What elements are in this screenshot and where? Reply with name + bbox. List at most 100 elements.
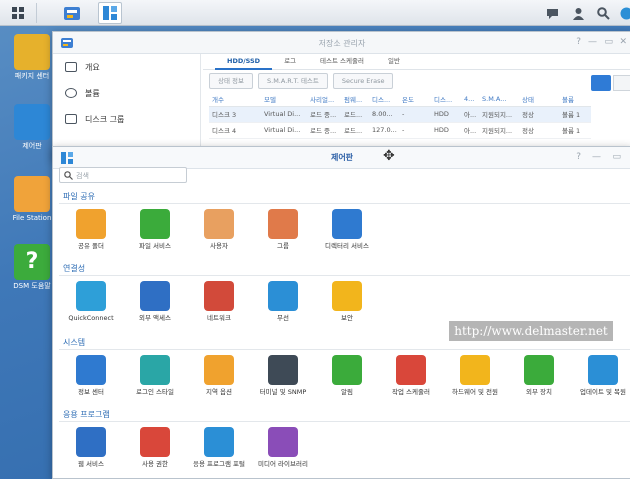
sidebar-item-volume[interactable]: 볼륨	[53, 80, 200, 106]
list-view-button[interactable]	[591, 75, 611, 91]
user-icon[interactable]	[569, 4, 587, 22]
table-cell: HDD	[431, 106, 461, 123]
control-panel-item[interactable]: 작업 스케줄러	[379, 355, 443, 396]
control-panel-icon	[103, 6, 117, 20]
column-header[interactable]: 볼륨	[559, 92, 591, 107]
control-panel-item[interactable]: 사용 권한	[123, 427, 187, 468]
control-panel-titlebar[interactable]: 제어판 ? — ▭	[53, 147, 630, 169]
control-panel-item[interactable]: 지역 옵션	[187, 355, 251, 396]
user-icon	[204, 209, 234, 239]
control-panel-item[interactable]: 디렉터리 서비스	[315, 209, 379, 250]
help-icon[interactable]: ?	[576, 37, 581, 47]
storage-tabs: HDD/SSD 로그 테스트 스케줄러 일반	[203, 54, 630, 70]
tab-general[interactable]: 일반	[376, 54, 412, 70]
grid-view-button[interactable]	[613, 75, 630, 91]
control-panel-item[interactable]: 웹 서비스	[59, 427, 123, 468]
table-row[interactable]: 디스크 3 Virtual Di... 로드 중... 로드... 8.00..…	[209, 106, 591, 123]
control-panel-item-label: 사용 권한	[142, 460, 168, 468]
control-panel-item[interactable]: 그룹	[251, 209, 315, 250]
control-panel-item[interactable]: 보안	[315, 281, 379, 322]
taskbar-storage-manager[interactable]	[60, 2, 84, 24]
table-header: 개수 모델 사리얼... 펌웨... 디스... 온도 디스... 4... S…	[209, 92, 591, 107]
table-cell: 로드...	[341, 106, 369, 123]
control-panel-item-label: 웹 서비스	[78, 460, 104, 468]
search-icon[interactable]	[594, 4, 612, 22]
storage-manager-window: 저장소 관리자 ? — ▭ ✕ 개요 볼륨 디스크 그룹 HDD/SSD 로그 …	[52, 31, 630, 161]
table-cell: 아...	[461, 106, 479, 123]
column-header[interactable]: 4...	[461, 92, 479, 107]
column-header[interactable]: 온도	[399, 92, 431, 107]
control-panel-item[interactable]: 사용자	[187, 209, 251, 250]
smart-test-button[interactable]: S.M.A.R.T. 테스트	[258, 73, 328, 89]
control-panel-item[interactable]: 정보 센터	[59, 355, 123, 396]
desktop-icon-dsm-help[interactable]: ? DSM 도움말	[8, 244, 56, 291]
control-panel-item[interactable]: 하드웨어 및 전원	[443, 355, 507, 396]
table-row[interactable]: 디스크 4 Virtual Di... 로드 중... 로드... 127.0.…	[209, 122, 591, 139]
control-panel-item[interactable]: 네트워크	[187, 281, 251, 322]
tab-hdd-ssd[interactable]: HDD/SSD	[215, 54, 273, 70]
control-panel-item[interactable]: QuickConnect	[59, 281, 123, 322]
minimize-icon[interactable]: —	[588, 37, 597, 47]
search-input[interactable]: 검색	[59, 167, 187, 183]
column-header[interactable]: 사리얼...	[307, 92, 341, 107]
chat-icon[interactable]	[543, 4, 561, 22]
directory-service-icon	[332, 209, 362, 239]
sidebar-item-label: 볼륨	[85, 88, 100, 98]
control-panel-item[interactable]: 공유 폴더	[59, 209, 123, 250]
taskbar-control-panel[interactable]	[98, 2, 122, 24]
tab-test-scheduler[interactable]: 테스트 스케줄러	[308, 54, 376, 70]
storage-manager-titlebar[interactable]: 저장소 관리자 ? — ▭ ✕	[53, 32, 630, 54]
control-panel-window: 제어판 ? — ▭ 검색 파일 공유 공유 폴더 파일 서비스 사용자 그룹 디렉터리 서…	[52, 146, 630, 479]
control-panel-item[interactable]: 파일 서비스	[123, 209, 187, 250]
control-panel-item-label: 작업 스케줄러	[392, 388, 430, 396]
desktop-icon-file-station[interactable]: File Station	[8, 176, 56, 223]
widget-icon[interactable]	[617, 4, 630, 22]
tab-log[interactable]: 로그	[272, 54, 308, 70]
control-panel-item[interactable]: 외부 액세스	[123, 281, 187, 322]
section-title: 시스템	[63, 338, 86, 347]
desktop-icon-control-panel[interactable]: 제어판	[8, 104, 56, 151]
maximize-icon[interactable]: ▭	[604, 37, 613, 47]
external-devices-icon	[524, 355, 554, 385]
column-header[interactable]: 펌웨...	[341, 92, 369, 107]
help-icon[interactable]: ?	[576, 152, 581, 162]
control-panel-item[interactable]: 무선	[251, 281, 315, 322]
column-header[interactable]: 상태	[519, 92, 559, 107]
taskbar	[0, 0, 630, 26]
control-panel-item-label: 외부 액세스	[139, 314, 171, 322]
control-panel-item[interactable]: 로그인 스타일	[123, 355, 187, 396]
main-menu-button[interactable]	[6, 2, 30, 24]
column-header[interactable]: 모델	[261, 92, 307, 107]
shared-folder-icon	[76, 209, 106, 239]
table-cell: 볼륨 1	[559, 122, 591, 139]
control-panel-item[interactable]: 터미널 및 SNMP	[251, 355, 315, 396]
update-restore-icon	[588, 355, 618, 385]
control-panel-item[interactable]: 외부 장치	[507, 355, 571, 396]
column-header[interactable]: 개수	[209, 92, 261, 107]
control-panel-item-label: 하드웨어 및 전원	[452, 388, 498, 396]
sidebar-item-overview[interactable]: 개요	[53, 54, 200, 80]
section-divider	[59, 203, 630, 204]
file-services-icon	[140, 209, 170, 239]
secure-erase-button[interactable]: Secure Erase	[332, 73, 394, 89]
health-info-button[interactable]: 상태 정보	[209, 73, 253, 89]
column-header[interactable]: S.M.A...	[479, 92, 519, 107]
control-panel-item[interactable]: 업데이트 및 복원	[571, 355, 630, 396]
control-panel-item[interactable]: 알림	[315, 355, 379, 396]
minimize-icon[interactable]: —	[592, 152, 601, 162]
maximize-icon[interactable]: ▭	[612, 152, 621, 162]
desktop-icon-package-center[interactable]: 패키지 센터	[8, 34, 56, 81]
close-icon[interactable]: ✕	[619, 37, 627, 47]
column-header[interactable]: 디스...	[431, 92, 461, 107]
storage-manager-icon	[64, 7, 80, 20]
volume-icon	[65, 88, 77, 98]
notification-icon	[332, 355, 362, 385]
table-cell: 로드 중...	[307, 106, 341, 123]
desktop-icon-label: DSM 도움말	[13, 282, 51, 290]
control-panel-item[interactable]: 미디어 라이브러리	[251, 427, 315, 468]
sidebar-item-disk-group[interactable]: 디스크 그룹	[53, 106, 200, 132]
media-library-icon	[268, 427, 298, 457]
control-panel-item[interactable]: 응용 프로그램 포털	[187, 427, 251, 468]
control-panel-item-label: 공유 폴더	[78, 242, 104, 250]
column-header[interactable]: 디스...	[369, 92, 399, 107]
